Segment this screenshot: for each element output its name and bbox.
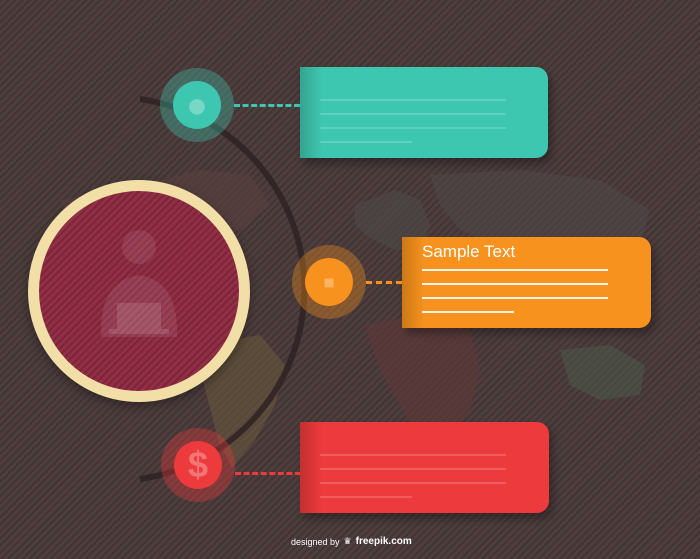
text-line	[320, 113, 506, 115]
text-line	[320, 127, 506, 129]
text-line	[320, 141, 412, 143]
dollar-icon: $	[187, 444, 209, 485]
connector-dash-3	[235, 472, 301, 475]
credit-brand: freepik.com	[355, 536, 412, 547]
text-box-2[interactable]: Sample Text	[402, 237, 651, 328]
node-3[interactable]: $	[161, 428, 235, 502]
connector-dash-1	[234, 104, 300, 107]
text-box-title: Sample Text	[422, 242, 516, 261]
person-at-laptop-icon	[100, 230, 178, 337]
user-icon: ●	[186, 84, 208, 125]
text-line	[422, 283, 608, 285]
text-line	[320, 454, 506, 456]
text-line	[422, 269, 608, 271]
credit-prefix: designed by	[291, 536, 340, 547]
box-fold-shadow	[300, 422, 322, 513]
hub-circle	[28, 180, 250, 402]
text-line	[320, 468, 506, 470]
text-line	[422, 311, 514, 313]
node-2[interactable]: ▪	[292, 245, 366, 319]
text-box-3[interactable]	[300, 422, 549, 513]
text-line	[320, 99, 506, 101]
text-line	[320, 496, 412, 498]
node-1-core: ●	[173, 81, 221, 129]
node-3-core: $	[174, 441, 222, 489]
designer-credit[interactable]: designed by ♛ freepik.com	[291, 536, 412, 547]
crown-icon: ♛	[343, 536, 352, 546]
text-box-1[interactable]	[300, 67, 548, 158]
box-fold-shadow	[300, 67, 322, 158]
text-line	[320, 482, 506, 484]
text-line	[422, 297, 608, 299]
box-fold-shadow	[402, 237, 424, 328]
node-1[interactable]: ●	[160, 68, 234, 142]
chat-icon: ▪	[322, 261, 336, 302]
node-2-core: ▪	[305, 258, 353, 306]
connector-dash-2	[366, 281, 402, 284]
